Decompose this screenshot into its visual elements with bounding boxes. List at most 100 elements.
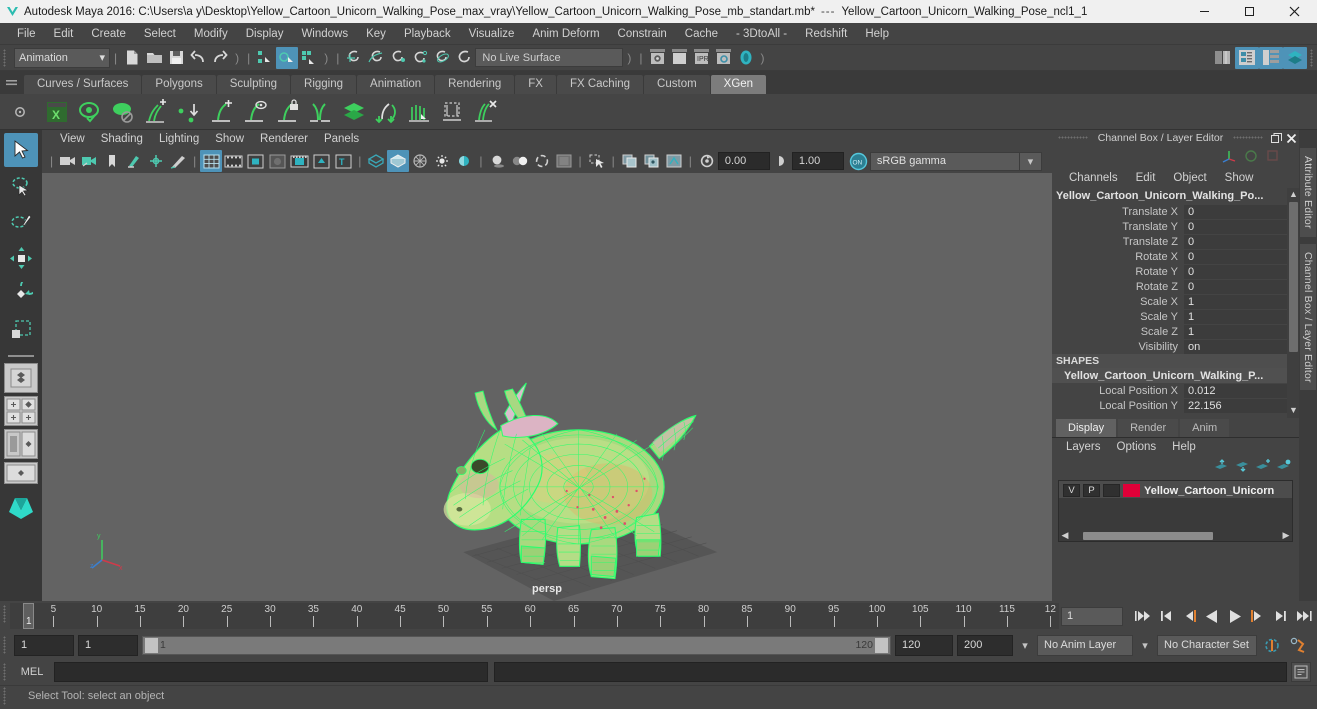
channel-row[interactable]: Scale Z 1 (1052, 324, 1299, 339)
smooth-shade-all-icon[interactable] (387, 150, 410, 172)
channel-value[interactable]: 0 (1184, 249, 1299, 264)
lock-camera-icon[interactable] (79, 150, 101, 172)
layer-row[interactable]: V P Yellow_Cartoon_Unicorn (1059, 481, 1292, 498)
channel-row[interactable]: Rotate X 0 (1052, 249, 1299, 264)
channel-box-shape-name[interactable]: Yellow_Cartoon_Unicorn_Walking_P... (1052, 368, 1299, 383)
channel-row[interactable]: Translate X 0 (1052, 204, 1299, 219)
le-menu-layers[interactable]: Layers (1058, 438, 1109, 456)
ipr-render-icon[interactable]: IPR (691, 47, 713, 69)
channel-row[interactable]: Local Position Y 22.156 (1052, 398, 1299, 413)
shelf-tab-curves-surfaces[interactable]: Curves / Surfaces (24, 75, 142, 94)
menu-windows[interactable]: Windows (292, 23, 357, 45)
hypershade-icon[interactable] (735, 47, 757, 69)
viewport-menu-shading[interactable]: Shading (93, 130, 151, 149)
step-forward-frame-icon[interactable] (1247, 605, 1269, 627)
two-pane-stacked-layout[interactable] (4, 429, 38, 459)
xgen-lock-guide-icon[interactable] (271, 96, 304, 128)
shelf-tab-rendering[interactable]: Rendering (435, 75, 515, 94)
hypershade-layout[interactable] (4, 487, 38, 523)
close-button[interactable] (1272, 0, 1317, 23)
ambient-occlusion-icon[interactable] (509, 150, 531, 172)
menu-anim-deform[interactable]: Anim Deform (523, 23, 608, 45)
panel-drag-grip-right[interactable] (1227, 130, 1269, 146)
menu-edit[interactable]: Edit (45, 23, 83, 45)
current-frame-field[interactable]: 1 (1061, 606, 1123, 626)
channel-row[interactable]: Translate Z 0 (1052, 234, 1299, 249)
minimize-button[interactable] (1182, 0, 1227, 23)
command-input[interactable] (54, 662, 488, 682)
go-to-start-icon[interactable] (1132, 605, 1154, 627)
layer-name[interactable]: Yellow_Cartoon_Unicorn (1144, 485, 1274, 497)
channel-value[interactable]: 1 (1184, 324, 1299, 339)
move-tool[interactable] (4, 241, 38, 275)
grid-icon[interactable] (200, 150, 223, 172)
le-menu-help[interactable]: Help (1164, 438, 1204, 456)
shelf-tab-fx-caching[interactable]: FX Caching (556, 75, 644, 94)
menu-select[interactable]: Select (135, 23, 185, 45)
xgen-groom-brush-icon[interactable] (403, 96, 436, 128)
range-bar-left-handle[interactable] (145, 637, 158, 653)
viewport-menu-view[interactable]: View (52, 130, 93, 149)
go-to-end-icon[interactable] (1293, 605, 1315, 627)
channel-value[interactable]: 0 (1184, 234, 1299, 249)
gamma-reset-icon[interactable] (770, 150, 792, 172)
image-plane-icon[interactable] (123, 150, 145, 172)
command-language-label[interactable]: MEL (10, 666, 54, 678)
time-slider[interactable]: 1 5 10 15 20 25 30 35 40 45 50 55 60 65 70 75 80 85 90 95 1… (10, 603, 1059, 629)
menu-file[interactable]: File (8, 23, 45, 45)
channel-row[interactable]: Scale X 1 (1052, 294, 1299, 309)
view-transform-field[interactable]: sRGB gamma (869, 151, 1020, 171)
vtab-channel-box-layer-editor[interactable]: Channel Box / Layer Editor (1300, 243, 1316, 391)
command-line-grip[interactable] (0, 659, 10, 685)
shaded-wireframe-icon[interactable] (409, 150, 431, 172)
channel-value[interactable]: 22.156 (1184, 398, 1299, 413)
render-sequence-icon[interactable] (669, 47, 691, 69)
select-by-hierarchy-icon[interactable] (254, 47, 276, 69)
layer-display-type-toggle[interactable] (1103, 484, 1120, 497)
create-layer-icon[interactable] (1255, 459, 1270, 475)
range-end-field[interactable]: 120 (895, 634, 953, 656)
layer-color-swatch[interactable] (1123, 484, 1140, 497)
viewport-menu-show[interactable]: Show (207, 130, 252, 149)
safe-action-icon[interactable] (310, 150, 332, 172)
menu-cache[interactable]: Cache (676, 23, 727, 45)
paint-select-tool[interactable] (4, 205, 38, 239)
play-backwards-icon[interactable] (1201, 605, 1223, 627)
animation-preferences-icon[interactable] (1287, 634, 1309, 656)
channel-value[interactable]: 0 (1184, 279, 1299, 294)
select-camera-icon[interactable] (57, 150, 79, 172)
layer-list-hscrollbar[interactable]: ◀ ▶ (1059, 530, 1292, 541)
channel-row[interactable]: Rotate Z 0 (1052, 279, 1299, 294)
close-icon[interactable] (1284, 131, 1299, 145)
channel-row[interactable]: Translate Y 0 (1052, 219, 1299, 234)
vtab-attribute-editor[interactable]: Attribute Editor (1300, 148, 1316, 237)
xgen-clump-guide-icon[interactable] (469, 96, 502, 128)
range-start-field[interactable]: 1 (78, 634, 138, 656)
render-settings-icon[interactable] (713, 47, 735, 69)
render-current-frame-icon[interactable] (647, 47, 669, 69)
status-line-grip[interactable] (0, 45, 10, 71)
anti-alias-icon[interactable] (531, 150, 553, 172)
xray-icon[interactable] (619, 150, 641, 172)
command-output[interactable] (494, 662, 1287, 682)
tool-settings-panel-icon[interactable] (1259, 46, 1283, 69)
xgen-mirror-guide-icon[interactable] (304, 96, 337, 128)
undock-icon[interactable] (1269, 131, 1284, 145)
layer-move-up-icon[interactable] (1213, 459, 1228, 475)
snap-to-grid-icon[interactable] (343, 47, 365, 69)
step-back-frame-icon[interactable] (1178, 605, 1200, 627)
menu-constrain[interactable]: Constrain (609, 23, 676, 45)
make-live-icon[interactable] (453, 47, 475, 69)
channel-value[interactable]: 0.012 (1184, 383, 1299, 398)
menu-visualize[interactable]: Visualize (460, 23, 524, 45)
menu-create[interactable]: Create (82, 23, 135, 45)
exposure-field[interactable]: 0.00 (717, 152, 770, 170)
viewport-menu-lighting[interactable]: Lighting (151, 130, 207, 149)
bookmark-icon[interactable] (101, 150, 123, 172)
menu-3dtoall[interactable]: - 3DtoAll - (727, 23, 796, 45)
menu-key[interactable]: Key (357, 23, 395, 45)
new-scene-icon[interactable] (121, 47, 143, 69)
select-tool[interactable] (4, 133, 38, 167)
create-layer-from-selected-icon[interactable] (1276, 459, 1291, 475)
range-slider-grip[interactable] (0, 632, 10, 658)
